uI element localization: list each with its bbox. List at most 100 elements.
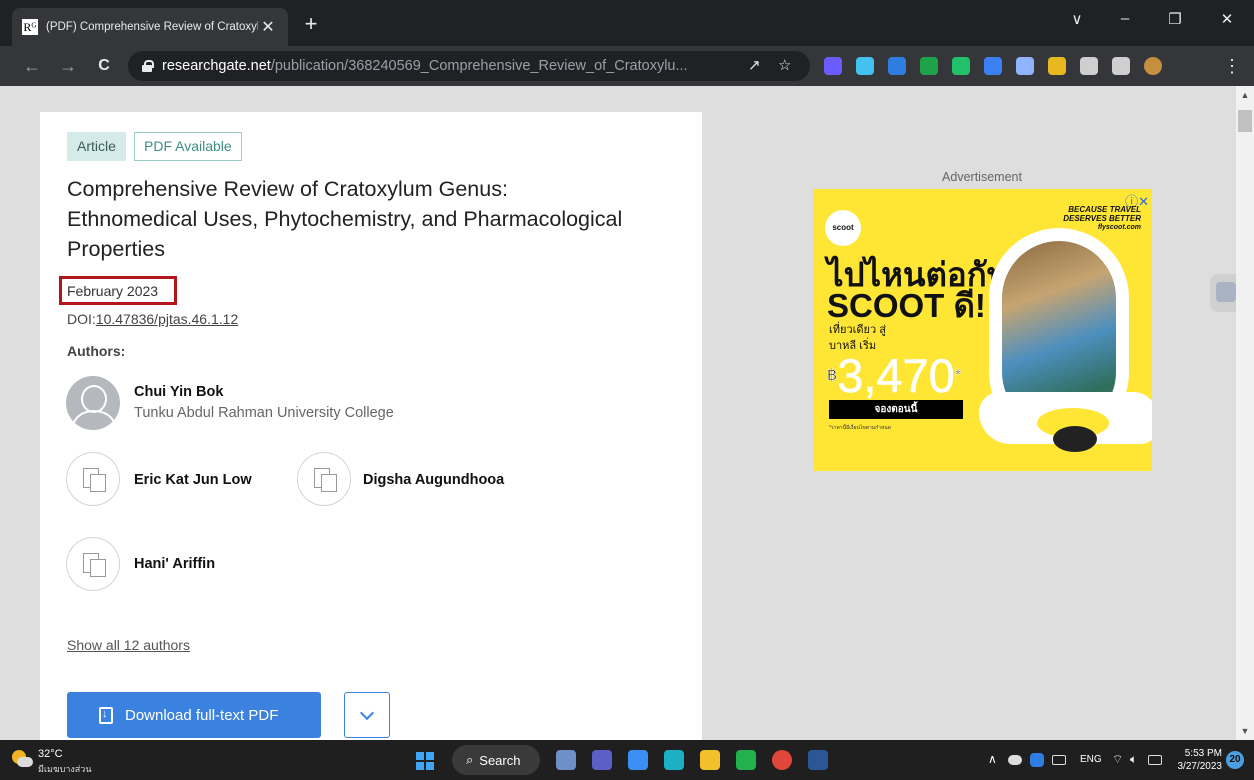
browser-extension-icon[interactable] [1016,57,1034,75]
weather-description[interactable]: มีเมฆบางส่วน [38,762,91,776]
author-name[interactable]: Chui Yin Bok [134,384,223,400]
ad-currency: ฿ [827,367,838,385]
browser-extension-icon[interactable] [856,57,874,75]
back-button[interactable]: ← [20,54,44,78]
close-window-button[interactable]: ✕ [1212,10,1242,28]
ad-headline: ไปไหนต่อกับ SCOOT ดี! [827,256,1008,324]
placeholder-icon [90,474,106,492]
author-name[interactable]: Digsha Augundhooa [363,472,504,488]
placeholder-icon [90,559,106,577]
more-options-dropdown-button[interactable] [344,692,390,738]
show-all-authors-link[interactable]: Show all 12 authors [67,637,190,653]
browser-extension-icon[interactable] [824,57,842,75]
tray-app-icon[interactable] [1030,753,1044,767]
url-host: researchgate.net [162,58,271,74]
lock-icon[interactable] [142,60,154,72]
bookmark-star-icon[interactable]: ☆ [778,56,791,74]
placeholder-icon [321,474,337,492]
input-language[interactable]: ENG [1080,754,1102,765]
researchgate-favicon-icon: Rᴳ [22,19,38,35]
search-icon: ⌕ [466,752,474,767]
article-type-badge: Article [67,132,126,161]
system-clock[interactable]: 5:53 PM 3/27/2023 [1154,747,1223,773]
page-viewport: Article PDF Available Comprehensive Revi… [0,86,1236,740]
start-tile [426,752,434,760]
minimize-button[interactable]: – [1110,10,1140,27]
author-name[interactable]: Hani' Ariffin [134,556,215,572]
ad-tagline-line: BECAUSE TRAVEL [1068,205,1141,214]
weather-temperature[interactable]: 32°C [38,748,63,760]
new-tab-button[interactable]: + [298,12,324,38]
share-icon[interactable]: ↗ [748,56,761,74]
browser-extension-icon[interactable] [1048,57,1066,75]
scroll-thumb[interactable] [1238,110,1252,132]
pdf-available-badge[interactable]: PDF Available [134,132,242,161]
notification-count-badge[interactable]: 20 [1226,751,1244,769]
forward-button[interactable]: → [56,54,80,78]
start-tile [416,762,424,770]
taskbar-search-label: Search [479,752,521,768]
wifi-icon[interactable]: ⌔ [1112,752,1123,767]
author-avatar-placeholder[interactable] [66,537,120,591]
download-pdf-label: Download full-text PDF [125,706,279,724]
keyboard-icon[interactable] [1052,755,1066,765]
taskbar-search-button[interactable]: ⌕ Search [452,745,540,775]
browser-extension-icon[interactable] [1080,57,1098,75]
author-avatar-placeholder[interactable] [297,452,351,506]
volume-icon[interactable]: 🔈︎ [1130,752,1137,767]
windows-taskbar: 32°C มีเมฆบางส่วน ⌕ Search ∧ ENG ⌔ 🔈︎ 5:… [0,740,1254,780]
doi-line: DOI:10.47836/pjtas.46.1.12 [67,311,238,327]
airplane-image [979,392,1152,452]
browser-menu-icon[interactable]: ⋮ [1220,54,1244,78]
ad-book-now-button[interactable]: จองตอนนี้ [829,400,963,419]
taskbar-app-icon[interactable] [556,750,576,770]
vertical-scrollbar[interactable]: ▲ ▼ [1236,86,1254,740]
download-file-icon [99,706,113,724]
browser-tab-active[interactable]: Rᴳ (PDF) Comprehensive Review of Cratoxy… [12,8,288,46]
author-avatar[interactable] [66,376,120,430]
url-path: /publication/368240569_Comprehensive_Rev… [270,58,688,74]
tab-search-dropdown-icon[interactable]: ∨ [1062,10,1092,28]
address-bar[interactable]: researchgate.net /publication/368240569_… [128,51,810,81]
download-pdf-button[interactable]: Download full-text PDF [67,692,321,738]
ad-headline-line: ไปไหนต่อกับ [827,256,1008,293]
advertisement-label: Advertisement [942,170,1022,184]
browser-toolbar: ← → C researchgate.net /publication/3682… [0,46,1254,86]
tab-close-icon[interactable]: ✕ [258,17,278,37]
tab-title: (PDF) Comprehensive Review of Cratoxylum [46,21,258,33]
windows-start-icon[interactable] [416,752,434,770]
doi-link[interactable]: 10.47836/pjtas.46.1.12 [96,311,238,327]
floating-extension-widget-icon[interactable] [1210,274,1236,312]
browser-extension-icon[interactable] [888,57,906,75]
weather-icon[interactable] [12,750,33,770]
taskbar-app-icon[interactable] [700,750,720,770]
taskbar-app-icon[interactable] [664,750,684,770]
browser-extension-icon[interactable] [920,57,938,75]
scroll-up-arrow-icon[interactable]: ▲ [1236,86,1254,104]
onedrive-cloud-icon[interactable] [1008,755,1022,765]
ad-price-mark: * [954,367,962,385]
taskbar-app-icon[interactable] [592,750,612,770]
scroll-down-arrow-icon[interactable]: ▼ [1236,722,1254,740]
ad-price-value: 3,470 [837,349,955,402]
taskbar-app-icon[interactable] [808,750,828,770]
publication-date: February 2023 [67,283,159,299]
author-institution[interactable]: Tunku Abdul Rahman University College [134,405,394,421]
author-avatar-placeholder[interactable] [66,452,120,506]
taskbar-app-icon[interactable] [736,750,756,770]
taskbar-app-icon[interactable] [772,750,792,770]
ad-price: ฿3,470* [827,349,962,402]
ad-headline-line: SCOOT ดี! [827,287,986,324]
tray-overflow-chevron-icon[interactable]: ∧ [988,752,997,766]
browser-extension-icon[interactable] [1144,57,1162,75]
doi-prefix: DOI: [67,311,96,327]
advertisement-banner[interactable]: ⓘ✕ scoot BECAUSE TRAVEL DESERVES BETTER … [813,189,1152,471]
restore-button[interactable]: ❐ [1160,10,1190,28]
browser-extension-icon[interactable] [1112,57,1130,75]
author-name[interactable]: Eric Kat Jun Low [134,472,252,488]
browser-extension-icon[interactable] [984,57,1002,75]
reload-button[interactable]: C [92,54,116,78]
taskbar-app-icon[interactable] [628,750,648,770]
start-tile [426,762,434,770]
browser-extension-icon[interactable] [952,57,970,75]
